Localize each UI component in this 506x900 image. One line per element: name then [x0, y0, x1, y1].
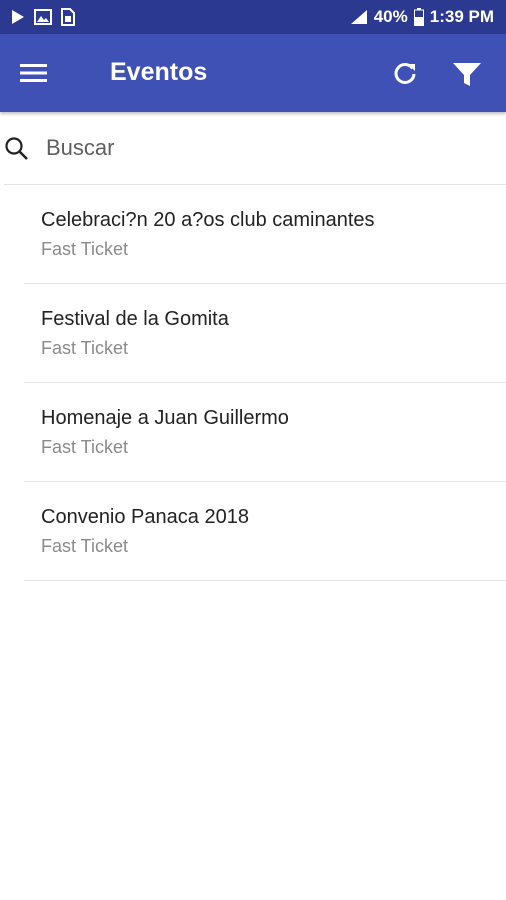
divider [24, 580, 506, 581]
event-subtitle: Fast Ticket [41, 536, 129, 556]
filter-button[interactable] [452, 61, 482, 89]
play-store-icon [12, 10, 24, 24]
event-title: Convenio Panaca 2018 [41, 506, 249, 528]
signal-icon [350, 10, 367, 24]
system-status: 40% 1:39 PM [350, 7, 494, 27]
refresh-icon [394, 63, 416, 84]
event-item[interactable]: Homenaje a Juan Guillermo Fast Ticket [0, 383, 506, 482]
menu-button[interactable] [20, 60, 48, 86]
page-title: Eventos [110, 58, 208, 86]
notification-icons [10, 8, 76, 26]
event-subtitle: Fast Ticket [41, 437, 129, 457]
event-title: Homenaje a Juan Guillermo [41, 407, 289, 429]
event-title: Celebraci?n 20 a?os club caminantes [41, 209, 375, 231]
menu-icon [20, 64, 47, 82]
refresh-button[interactable] [392, 61, 418, 87]
event-subtitle: Fast Ticket [41, 338, 129, 358]
event-item[interactable]: Convenio Panaca 2018 Fast Ticket [0, 482, 506, 581]
sim-alert-icon [61, 8, 75, 26]
app-bar: Eventos [0, 34, 506, 112]
clock: 1:39 PM [429, 7, 494, 26]
status-bar: 40% 1:39 PM [0, 0, 506, 34]
battery-icon [413, 8, 424, 26]
event-item[interactable]: Festival de la Gomita Fast Ticket [0, 284, 506, 383]
battery-percent: 40% [373, 7, 408, 26]
filter-icon [453, 63, 481, 86]
image-icon [34, 9, 52, 25]
event-title: Festival de la Gomita [41, 308, 229, 330]
search-bar [0, 114, 506, 184]
event-list: Celebraci?n 20 a?os club caminantes Fast… [0, 185, 506, 581]
search-icon [5, 137, 28, 160]
event-item[interactable]: Celebraci?n 20 a?os club caminantes Fast… [0, 185, 506, 284]
event-subtitle: Fast Ticket [41, 239, 129, 259]
search-input[interactable] [46, 130, 486, 166]
